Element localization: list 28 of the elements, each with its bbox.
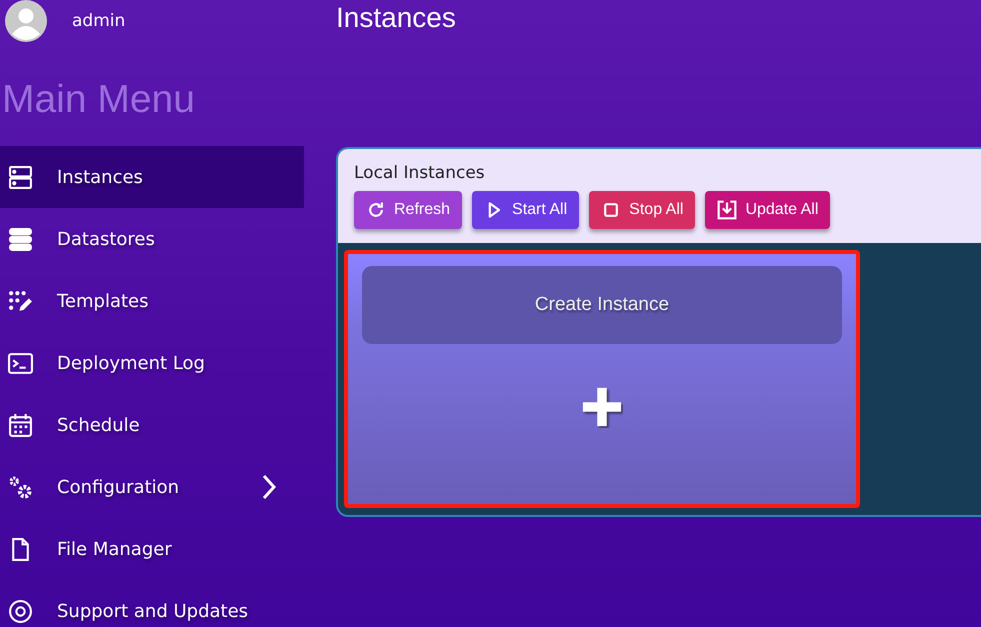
terminal-icon: [8, 350, 33, 376]
refresh-button[interactable]: Refresh: [354, 191, 462, 229]
menu-heading: Main Menu: [2, 78, 196, 122]
server-icon: [8, 164, 33, 190]
update-button[interactable]: Update All: [705, 191, 830, 229]
refresh-icon: [366, 200, 386, 220]
menu-item[interactable]: Deployment Log: [0, 332, 304, 394]
avatar-icon: [5, 0, 47, 42]
start-button[interactable]: Start All: [472, 191, 580, 229]
gears-icon: [8, 474, 33, 500]
menu-item[interactable]: Instances: [0, 146, 304, 208]
menu-item[interactable]: Templates: [0, 270, 304, 332]
stop-button[interactable]: Stop All: [589, 191, 696, 229]
menu-item[interactable]: Configuration: [0, 456, 304, 518]
plus-icon: [581, 386, 623, 428]
panel-title: Local Instances: [354, 163, 486, 183]
user-name: admin: [72, 11, 126, 31]
dots-pencil-icon: [8, 288, 33, 314]
calendar-icon: [8, 412, 33, 438]
page-title: Instances: [336, 2, 457, 35]
menu-item[interactable]: Datastores: [0, 208, 304, 270]
database-icon: [8, 226, 33, 252]
card-header: Create Instance: [362, 266, 842, 344]
create-instance-card[interactable]: Create Instance: [344, 250, 860, 508]
menu-item[interactable]: Schedule: [0, 394, 304, 456]
menu-item[interactable]: Support and Updates: [0, 580, 304, 627]
menu-item[interactable]: File Manager: [0, 518, 304, 580]
download-icon: [717, 200, 738, 220]
